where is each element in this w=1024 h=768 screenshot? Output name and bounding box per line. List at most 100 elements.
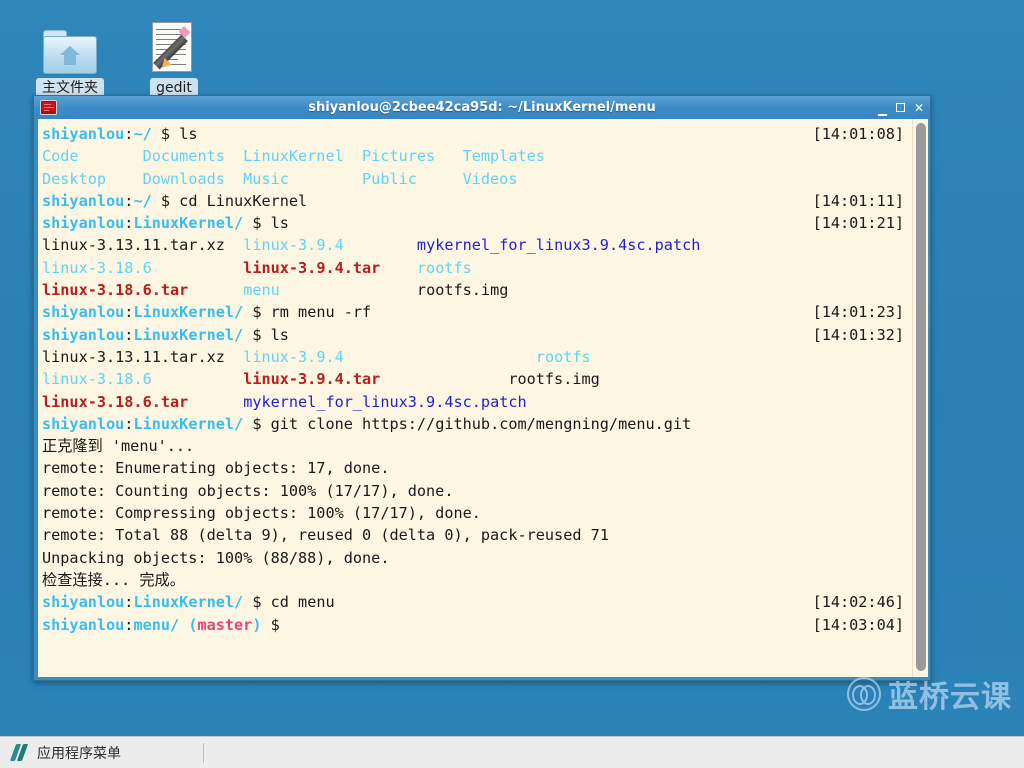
terminal-text: rootfs <box>416 258 472 277</box>
terminal-line: linux-3.18.6.tar mykernel_for_linux3.9.4… <box>42 391 912 413</box>
terminal-scrollbar-thumb[interactable] <box>916 123 926 671</box>
terminal-timestamp: [14:01:11] <box>812 191 904 210</box>
window-title: shiyanlou@2cbee42ca95d: ~/LinuxKernel/me… <box>308 100 656 115</box>
terminal-text: mykernel_for_linux3.9.4sc.patch <box>243 392 527 411</box>
terminal-text: LinuxKernel/ <box>133 414 244 433</box>
taskbar[interactable]: 应用程序菜单 <box>0 736 1024 768</box>
lanqiao-logo-icon <box>847 677 881 711</box>
terminal-line: remote: Counting objects: 100% (17/17), … <box>42 480 912 502</box>
xfce-mouse-icon <box>9 743 29 762</box>
terminal-text: LinuxKernel/ <box>133 593 244 612</box>
terminal-line: shiyanlou:LinuxKernel/ $ git clone https… <box>42 413 912 435</box>
terminal-text: ) <box>252 615 262 634</box>
terminal-text: linux-3.18.6 <box>42 258 152 277</box>
terminal-text: shiyanlou <box>42 325 125 344</box>
terminal-text: $ ls <box>243 325 289 344</box>
terminal-text: LinuxKernel/ <box>133 303 244 322</box>
terminal-text: remote: Enumerating objects: 17, done. <box>42 459 390 478</box>
minimize-button[interactable] <box>877 102 887 116</box>
terminal-text: ( <box>179 615 198 634</box>
terminal-line: 正克隆到 'menu'... <box>42 435 912 457</box>
terminal-line: linux-3.13.11.tar.xz linux-3.9.4 mykerne… <box>42 234 912 256</box>
terminal-text: menu/ <box>133 615 180 634</box>
terminal-scrollbar[interactable] <box>912 119 928 677</box>
terminal-text: Desktop Downloads Music Public Videos <box>42 169 518 188</box>
terminal-text: shiyanlou <box>42 125 125 143</box>
terminal-text: shiyanlou <box>42 414 125 433</box>
terminal-timestamp: [14:01:21] <box>812 214 904 233</box>
terminal-timestamp: [14:03:04] <box>812 615 904 634</box>
application-menu-button[interactable]: 应用程序菜单 <box>0 737 133 768</box>
terminal-text: rootfs <box>535 347 591 366</box>
folder-home-icon <box>22 16 118 74</box>
terminal-line: shiyanlou:~/ $ ls [14:01:08] <box>42 123 912 145</box>
terminal-text: remote: Counting objects: 100% (17/17), … <box>42 481 454 500</box>
terminal-text: linux-3.9.4 <box>243 236 344 255</box>
terminal-text: mykernel_for_linux3.9.4sc.patch <box>416 236 701 255</box>
terminal-text: ~/ <box>133 191 152 210</box>
desktop-background[interactable]: 主文件夹 gedit shiyanlou@2cbee42ca95d: ~/Lin… <box>0 0 1024 736</box>
terminal-line: remote: Enumerating objects: 17, done. <box>42 457 912 479</box>
terminal-text: $ ls <box>151 125 198 143</box>
terminal-line: shiyanlou:LinuxKernel/ $ ls [14:01:21] <box>42 212 912 234</box>
terminal-text: linux-3.18.6 <box>42 370 152 389</box>
terminal-line: Desktop Downloads Music Public Videos <box>42 168 912 190</box>
desktop-icon-gedit[interactable]: gedit <box>126 16 222 99</box>
terminal-text: 检查连接... 完成。 <box>42 570 185 589</box>
document-pencil-icon <box>126 16 222 74</box>
terminal-line: shiyanlou:menu/ (master) $ [14:03:04] <box>42 614 912 636</box>
terminal-line: remote: Total 88 (delta 9), reused 0 (de… <box>42 524 912 546</box>
close-button[interactable]: ✕ <box>914 102 924 114</box>
terminal-line: shiyanlou:LinuxKernel/ $ cd menu [14:02:4… <box>42 591 912 613</box>
terminal-text: linux-3.18.6.tar <box>42 392 189 411</box>
terminal-text: linux-3.9.4 <box>243 347 344 366</box>
terminal-line: shiyanlou:LinuxKernel/ $ ls [14:01:32] <box>42 324 912 346</box>
terminal-text: Unpacking objects: 100% (88/88), done. <box>42 548 390 567</box>
terminal-line: linux-3.13.11.tar.xz linux-3.9.4 rootfs <box>42 346 912 368</box>
terminal-line: 检查连接... 完成。 <box>42 569 912 591</box>
terminal-text: linux-3.13.11.tar.xz <box>42 236 244 255</box>
application-menu-label: 应用程序菜单 <box>37 745 121 762</box>
terminal-text: LinuxKernel/ <box>133 325 244 344</box>
terminal-timestamp: [14:01:23] <box>812 303 904 322</box>
terminal-line: shiyanlou:~/ $ cd LinuxKernel [14:01:11] <box>42 190 912 212</box>
terminal-text: shiyanlou <box>42 191 125 210</box>
terminal-text: linux-3.9.4.tar <box>243 370 381 389</box>
terminal-text: shiyanlou <box>42 303 125 322</box>
taskbar-separator <box>203 742 204 763</box>
terminal-text: linux-3.13.11.tar.xz <box>42 347 244 366</box>
terminal-line: Unpacking objects: 100% (88/88), done. <box>42 547 912 569</box>
terminal-timestamp: [14:01:32] <box>812 325 904 344</box>
terminal-text: 正克隆到 'menu'... <box>42 437 195 456</box>
terminal-timestamp: [14:02:46] <box>812 593 904 612</box>
terminal-text: linux-3.18.6.tar <box>42 281 189 300</box>
terminal-text: LinuxKernel/ <box>133 214 244 233</box>
terminal-text: shiyanlou <box>42 214 125 233</box>
terminal-line: linux-3.18.6 linux-3.9.4.tar rootfs <box>42 257 912 279</box>
terminal-text: $ cd menu <box>243 593 335 612</box>
window-titlebar[interactable]: shiyanlou@2cbee42ca95d: ~/LinuxKernel/me… <box>34 96 930 119</box>
maximize-button[interactable] <box>895 102 905 114</box>
terminal-text: Code Documents LinuxKernel Pictures Temp… <box>42 147 545 166</box>
terminal-text: menu <box>243 281 280 300</box>
terminal-text: remote: Compressing objects: 100% (17/17… <box>42 504 481 523</box>
terminal-window[interactable]: shiyanlou@2cbee42ca95d: ~/LinuxKernel/me… <box>33 95 931 681</box>
terminal-text: $ git clone https://github.com/mengning/… <box>243 414 692 433</box>
terminal-line: shiyanlou:LinuxKernel/ $ rm menu -rf [14:… <box>42 301 912 323</box>
terminal-output[interactable]: shiyanlou:~/ $ ls [14:01:08] Code Document… <box>38 119 912 677</box>
terminal-text: rootfs.img <box>380 370 600 389</box>
terminal-text: remote: Total 88 (delta 9), reused 0 (de… <box>42 526 609 545</box>
terminal-body[interactable]: shiyanlou:~/ $ ls [14:01:08] Code Document… <box>38 119 928 677</box>
terminal-text: rootfs.img <box>279 281 509 300</box>
terminal-icon <box>40 100 57 115</box>
desktop-icon-home-folder[interactable]: 主文件夹 <box>22 16 118 99</box>
terminal-line: linux-3.18.6.tar menu rootfs.img <box>42 279 912 301</box>
terminal-line: Code Documents LinuxKernel Pictures Temp… <box>42 145 912 167</box>
